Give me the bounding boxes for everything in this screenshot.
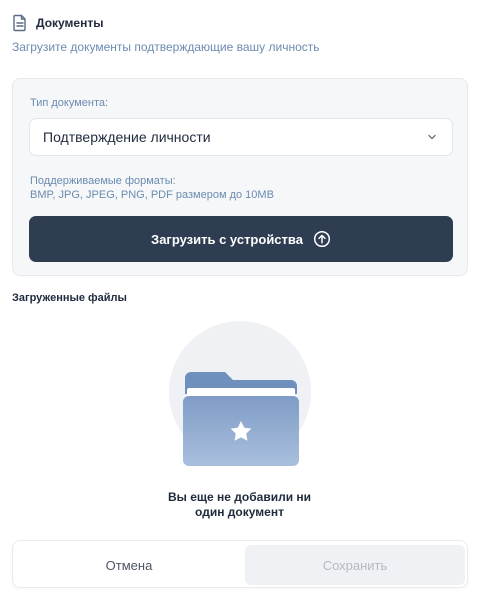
chevron-down-icon xyxy=(428,134,436,140)
upload-card: Тип документа: Подтверждение личности По… xyxy=(12,78,468,276)
formats-title: Поддерживаемые форматы: xyxy=(30,175,176,187)
uploaded-files-title: Загруженные файлы xyxy=(12,292,127,304)
supported-formats: Поддерживаемые форматы: BMP, JPG, JPEG, … xyxy=(30,174,274,202)
empty-message-line1: Вы еще не добавили ни xyxy=(167,490,312,504)
empty-state-message: Вы еще не добавили ни один документ xyxy=(0,490,479,520)
doc-type-label: Тип документа: xyxy=(30,97,109,109)
header: Документы xyxy=(12,14,103,32)
page-subtitle: Загрузите документы подтверждающие вашу … xyxy=(12,40,320,54)
upload-button-label: Загрузить с устройства xyxy=(151,231,303,247)
doc-type-select[interactable]: Подтверждение личности xyxy=(29,118,453,156)
document-icon xyxy=(13,14,26,32)
empty-message-line2: один документ xyxy=(195,505,284,519)
upload-arrow-icon xyxy=(313,230,331,248)
save-button[interactable]: Сохранить xyxy=(245,545,465,585)
formats-list: BMP, JPG, JPEG, PNG, PDF размером до 10M… xyxy=(30,189,274,201)
upload-from-device-button[interactable]: Загрузить с устройства xyxy=(29,216,453,262)
documents-page: Документы Загрузите документы подтвержда… xyxy=(0,0,479,600)
doc-type-value: Подтверждение личности xyxy=(43,129,211,145)
page-title: Документы xyxy=(36,16,104,30)
folder-star-icon xyxy=(183,372,299,466)
cancel-button[interactable]: Отмена xyxy=(17,545,241,585)
footer-actions: Отмена Сохранить xyxy=(12,540,468,588)
